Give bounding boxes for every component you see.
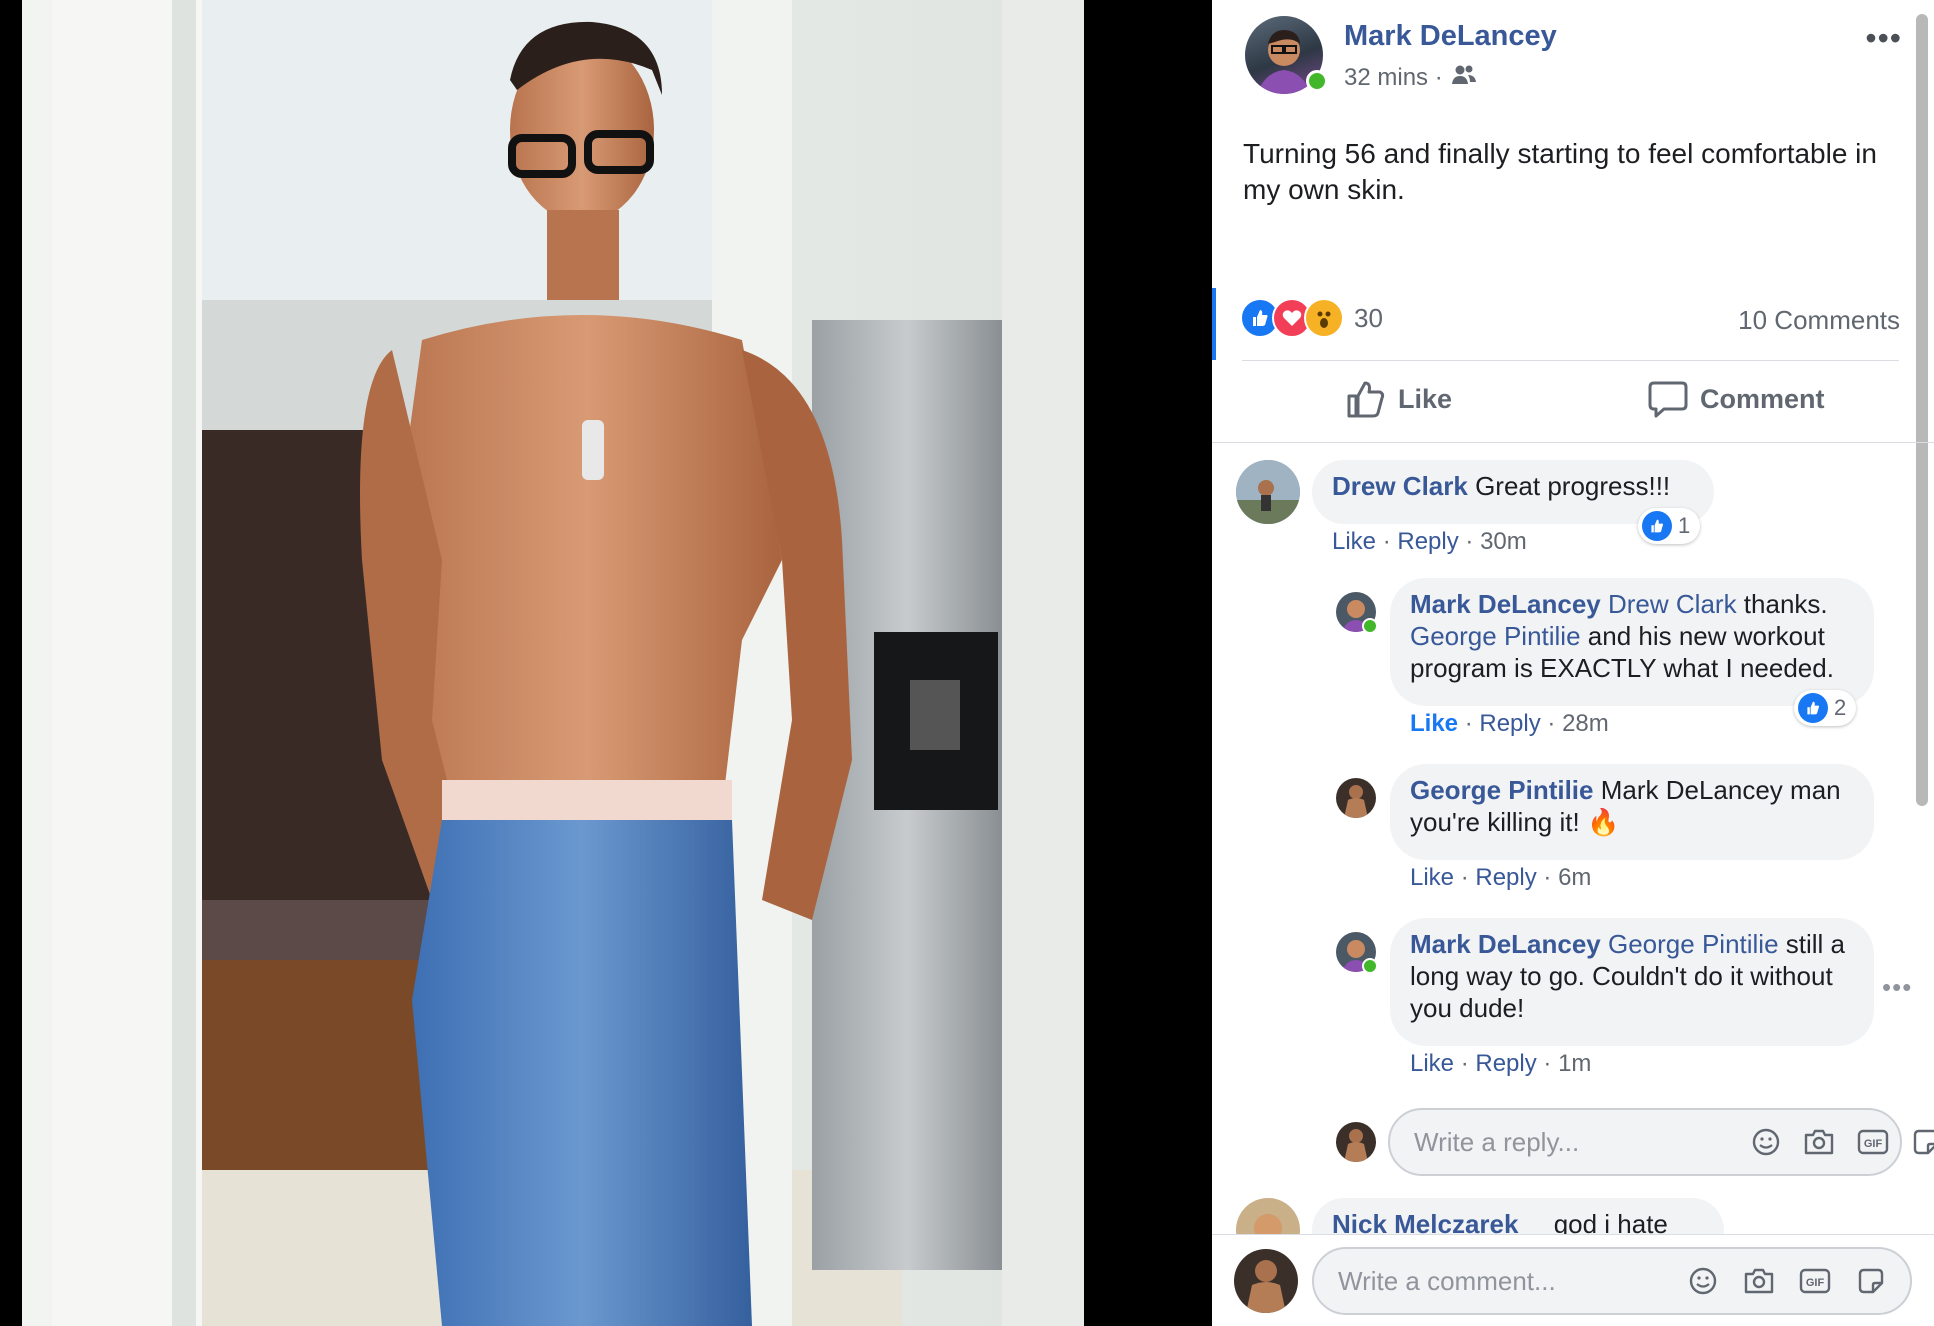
post-meta: 32 mins · — [1344, 64, 1477, 93]
comment-reply-link[interactable]: Reply — [1475, 1050, 1536, 1077]
comment-like-link[interactable]: Like — [1410, 1050, 1454, 1077]
gif-icon[interactable]: GIF — [1857, 1125, 1889, 1159]
wow-reaction-icon — [1304, 298, 1344, 338]
comment-reply-link[interactable]: Reply — [1475, 864, 1536, 891]
gif-icon[interactable]: GIF — [1798, 1264, 1832, 1298]
post-photo[interactable] — [22, 0, 1084, 1326]
comment-author[interactable]: Drew Clark — [1332, 471, 1468, 501]
post-photo-image — [22, 0, 1084, 1326]
camera-icon[interactable] — [1803, 1125, 1835, 1159]
comment-reply-link[interactable]: Reply — [1479, 710, 1540, 737]
like-reaction-icon — [1798, 693, 1828, 723]
comment-actions: Like · Reply · 1m — [1410, 1050, 1591, 1078]
comment-actions: Like · Reply · 6m — [1410, 864, 1591, 892]
comment-bubble: George Pintilie Mark DeLancey man you're… — [1390, 764, 1874, 860]
comment-time[interactable]: 28m — [1562, 710, 1609, 737]
post-author-name[interactable]: Mark DeLancey — [1344, 20, 1557, 53]
like-button[interactable]: Like — [1346, 380, 1452, 418]
comment-actions: Like · Reply · 30m — [1332, 528, 1527, 556]
divider — [1242, 360, 1899, 361]
comment-actions: Like · Reply · 28m — [1410, 710, 1609, 738]
comment-reply-link[interactable]: Reply — [1397, 528, 1458, 555]
comment-time[interactable]: 6m — [1558, 864, 1591, 891]
comment-mention[interactable]: George Pintilie — [1608, 929, 1779, 959]
comment-mention[interactable]: Drew Clark — [1608, 589, 1737, 619]
reaction-summary[interactable]: 30 — [1240, 298, 1383, 338]
comment-bubble: Mark DeLancey Drew Clark thanks. George … — [1390, 578, 1874, 706]
comment-time[interactable]: 30m — [1480, 528, 1527, 555]
comment-like-count[interactable]: 2 — [1794, 690, 1857, 726]
comment-button-label: Comment — [1700, 383, 1825, 414]
like-count: 1 — [1678, 513, 1691, 538]
divider — [1212, 442, 1934, 443]
photo-viewer — [0, 0, 1212, 1326]
sticker-icon[interactable] — [1911, 1125, 1934, 1159]
comment-like-link[interactable]: Like — [1410, 864, 1454, 891]
comment-mention[interactable]: George Pintilie — [1410, 621, 1581, 651]
comment-icon — [1648, 381, 1688, 418]
action-separator: · — [1543, 864, 1552, 891]
online-status-icon — [1306, 70, 1328, 92]
scrollbar[interactable] — [1916, 14, 1928, 806]
meta-separator: · — [1434, 64, 1443, 91]
comment-author[interactable]: George Pintilie — [1410, 775, 1594, 805]
comment-author[interactable]: Mark DeLancey — [1410, 589, 1601, 619]
like-icon — [1347, 381, 1385, 418]
comment-time[interactable]: 1m — [1558, 1050, 1591, 1077]
post-panel: Mark DeLancey 32 mins · ••• Turning 56 a… — [1212, 0, 1934, 1326]
comment-more-options-icon[interactable]: ••• — [1882, 972, 1912, 1003]
comment-composer-bar: GIF — [1212, 1234, 1934, 1326]
sticker-icon[interactable] — [1854, 1264, 1888, 1298]
online-status-icon — [1362, 618, 1378, 634]
comment-bubble: Mark DeLancey George Pintilie still a lo… — [1390, 918, 1874, 1046]
post-more-options-icon[interactable]: ••• — [1865, 20, 1902, 57]
fire-emoji: 🔥 — [1586, 807, 1620, 837]
post-timestamp[interactable]: 32 mins — [1344, 64, 1428, 91]
comment-composer: GIF — [1312, 1247, 1912, 1315]
emoji-icon[interactable] — [1686, 1264, 1720, 1298]
online-status-icon — [1362, 958, 1378, 974]
action-separator: · — [1543, 1050, 1552, 1077]
focus-indicator — [1212, 288, 1216, 360]
commenter-avatar[interactable] — [1236, 460, 1300, 524]
reaction-count: 30 — [1354, 302, 1383, 333]
action-separator: · — [1464, 710, 1473, 737]
comment-like-count[interactable]: 1 — [1638, 508, 1701, 544]
reply-composer: GIF — [1388, 1108, 1934, 1176]
comment-text: Great progress!!! — [1475, 471, 1671, 501]
comment-input[interactable] — [1336, 1264, 1686, 1298]
friends-icon[interactable] — [1451, 64, 1477, 93]
comment-mention[interactable]: Mark DeLancey — [1601, 775, 1783, 805]
commenter-avatar[interactable] — [1336, 778, 1376, 818]
emoji-icon[interactable] — [1751, 1125, 1781, 1159]
action-separator: · — [1460, 1050, 1469, 1077]
comment-like-link[interactable]: Like — [1410, 710, 1458, 737]
action-separator: · — [1465, 528, 1474, 555]
comment-author[interactable]: Mark DeLancey — [1410, 929, 1601, 959]
current-user-avatar[interactable] — [1336, 1122, 1376, 1162]
like-count: 2 — [1834, 695, 1847, 720]
action-separator: · — [1382, 528, 1391, 555]
comment-text: thanks. — [1736, 589, 1828, 619]
comment-like-link[interactable]: Like — [1332, 528, 1376, 555]
post-text: Turning 56 and finally starting to feel … — [1243, 138, 1877, 205]
svg-text:GIF: GIF — [1806, 1277, 1825, 1289]
action-separator: · — [1547, 710, 1556, 737]
comment-button[interactable]: Comment — [1648, 380, 1825, 418]
like-reaction-icon — [1642, 511, 1672, 541]
reply-input[interactable] — [1412, 1125, 1751, 1159]
camera-icon[interactable] — [1742, 1264, 1776, 1298]
action-separator: · — [1460, 864, 1469, 891]
svg-text:GIF: GIF — [1864, 1138, 1883, 1150]
like-button-label: Like — [1398, 383, 1453, 414]
current-user-avatar[interactable] — [1234, 1249, 1298, 1313]
comments-count-link[interactable]: 10 Comments — [1738, 305, 1900, 336]
